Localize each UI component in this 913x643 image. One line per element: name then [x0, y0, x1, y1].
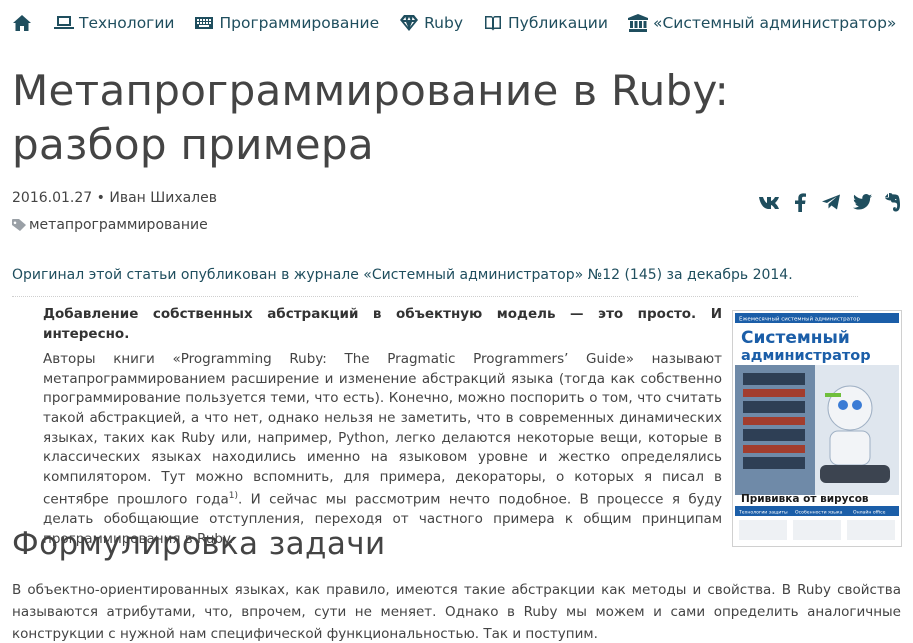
- facebook-icon[interactable]: [789, 192, 811, 212]
- nav-item-programming[interactable]: Программирование: [194, 14, 379, 32]
- nav-item-label: Технологии: [79, 14, 175, 32]
- article-abstract: Добавление собственных абстракций в объе…: [43, 305, 722, 550]
- vk-icon[interactable]: [758, 192, 780, 212]
- cover-title-line-2: администратор: [741, 348, 871, 364]
- nav-item-sysadmin-magazine[interactable]: «Системный администратор»: [627, 14, 897, 32]
- article-date: 2016.01.27: [12, 190, 93, 206]
- keyboard-icon: [194, 14, 214, 32]
- article-title: Метапрограммирование в Ruby: разбор прим…: [12, 66, 730, 169]
- article-author[interactable]: Иван Шихалев: [109, 190, 217, 206]
- original-publication-note[interactable]: Оригинал этой статьи опубликован в журна…: [12, 267, 793, 283]
- institution-icon: [627, 14, 648, 32]
- nav-home[interactable]: [12, 14, 32, 32]
- laptop-icon: [54, 14, 74, 32]
- nav-item-technologies[interactable]: Технологии: [54, 14, 174, 32]
- section-paragraph: В объектно-ориентированных языках, как п…: [12, 582, 901, 642]
- section-heading: Формулировка задачи: [12, 526, 386, 562]
- home-icon: [12, 14, 32, 32]
- article-tags: метапрограммирование: [12, 217, 208, 233]
- footnote-ref[interactable]: 1): [229, 491, 238, 501]
- tag-icon: [12, 219, 26, 231]
- nav-item-publications[interactable]: Публикации: [483, 14, 608, 32]
- cover-column-2: Особенности языка: [795, 510, 843, 516]
- nav-item-label: Публикации: [508, 14, 608, 32]
- magazine-cover-image: Ежемесячный системный администратор Сист…: [735, 313, 899, 544]
- cover-title-line-1: Системный: [741, 328, 850, 348]
- top-navigation: Технологии Программирование Ruby Публика…: [12, 11, 913, 35]
- meta-separator: •: [96, 190, 105, 206]
- diamond-icon: [399, 14, 419, 32]
- book-icon: [483, 14, 503, 32]
- magazine-cover[interactable]: Ежемесячный системный администратор Сист…: [732, 310, 902, 547]
- abstract-lead: Добавление собственных абстракций в объе…: [43, 306, 722, 342]
- nav-item-label: Программирование: [219, 14, 380, 32]
- twitter-icon[interactable]: [851, 192, 873, 212]
- nav-item-ruby[interactable]: Ruby: [399, 14, 463, 32]
- telegram-icon[interactable]: [820, 192, 842, 212]
- cover-headline: Прививка от вирусов: [741, 493, 869, 505]
- abstract-paragraph: Авторы книги «Programming Ruby: The Prag…: [43, 350, 722, 549]
- dotted-divider: [12, 296, 858, 297]
- article-meta: 2016.01.27 • Иван Шихалев: [12, 190, 217, 206]
- abstract-text-part-1: Авторы книги «Programming Ruby: The Prag…: [43, 351, 722, 508]
- evernote-icon[interactable]: [882, 192, 904, 212]
- cover-column-1: Технологии защиты: [738, 510, 788, 516]
- tag-link[interactable]: метапрограммирование: [29, 217, 208, 233]
- nav-item-label: Ruby: [424, 14, 464, 32]
- cover-top-line: Ежемесячный системный администратор: [739, 316, 861, 323]
- nav-item-label: «Системный администратор»: [652, 14, 897, 32]
- cover-column-3: Онлайн office: [853, 509, 886, 516]
- share-buttons: [749, 192, 904, 212]
